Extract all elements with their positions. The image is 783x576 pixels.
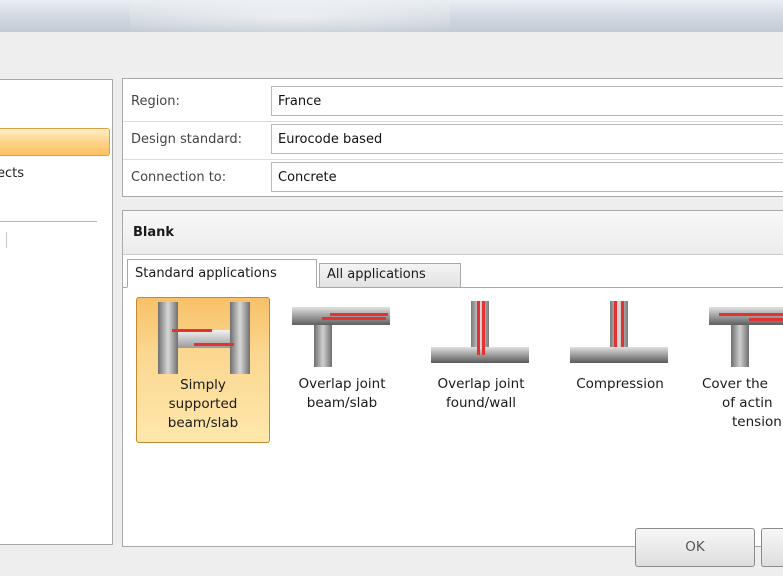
design-standard-label: Design standard: bbox=[131, 132, 243, 147]
connection-to-row: Connection to: Concrete bbox=[123, 162, 783, 198]
properties-divider bbox=[123, 121, 783, 122]
template-overlap-found-wall[interactable]: Overlap joint found/wall bbox=[414, 297, 548, 443]
overlap-found-wall-icon bbox=[431, 301, 529, 363]
design-standard-row: Design standard: Eurocode based bbox=[123, 124, 783, 160]
template-label: Cover the of actin tension bbox=[702, 375, 783, 432]
templates-group: Blank Standard applications All applicat… bbox=[122, 210, 783, 547]
ok-button[interactable]: OK bbox=[635, 528, 755, 567]
region-label: Region: bbox=[131, 94, 180, 109]
left-panel-separator bbox=[0, 221, 97, 222]
template-label-line2: of actin bbox=[722, 395, 773, 411]
template-label-line3: tension bbox=[732, 414, 782, 430]
connection-to-field[interactable]: Concrete bbox=[271, 162, 783, 192]
tab-all-applications[interactable]: All applications bbox=[319, 263, 461, 288]
properties-panel: Region: France Design standard: Eurocode… bbox=[122, 78, 783, 197]
design-standard-field[interactable]: Eurocode based bbox=[271, 124, 783, 154]
template-label-line: Simply bbox=[180, 377, 226, 393]
cover-tension-icon bbox=[709, 307, 783, 367]
template-label: Overlap joint beam/slab bbox=[275, 375, 409, 413]
simply-supported-icon bbox=[158, 302, 250, 374]
tab-standard-applications[interactable]: Standard applications bbox=[127, 259, 317, 288]
left-panel-selected-item[interactable] bbox=[0, 128, 110, 156]
template-overlap-beam[interactable]: Overlap joint beam/slab bbox=[275, 297, 409, 443]
template-compression[interactable]: Compression bbox=[553, 297, 687, 443]
region-row: Region: France bbox=[123, 86, 783, 122]
connection-to-label: Connection to: bbox=[131, 170, 227, 185]
template-label-line: Overlap joint bbox=[437, 376, 525, 392]
template-cover-tension[interactable]: Cover the of actin tension bbox=[692, 297, 783, 443]
template-label: Overlap joint found/wall bbox=[414, 375, 548, 413]
template-label-line: found/wall bbox=[445, 395, 517, 411]
template-label: Simply supported beam/slab bbox=[137, 376, 269, 433]
group-header: Blank bbox=[123, 211, 783, 255]
properties-divider bbox=[123, 159, 783, 160]
cancel-button[interactable] bbox=[761, 528, 783, 567]
template-label-line: Compression bbox=[576, 376, 664, 392]
group-title: Blank bbox=[133, 225, 175, 240]
dialog-client-area: ects Region: France Design standard: Eur… bbox=[0, 32, 783, 576]
template-label-line: supported bbox=[168, 396, 238, 412]
compression-icon bbox=[570, 301, 668, 363]
left-panel: ects bbox=[0, 79, 113, 545]
template-label-line: beam/slab bbox=[167, 415, 239, 431]
template-label-line: Overlap joint bbox=[298, 376, 386, 392]
template-label-line: beam/slab bbox=[306, 395, 378, 411]
tab-bar: Standard applications All applications bbox=[123, 259, 783, 288]
region-field[interactable]: France bbox=[271, 86, 783, 116]
left-panel-item[interactable]: ects bbox=[0, 166, 24, 181]
overlap-beam-icon bbox=[292, 307, 390, 367]
left-panel-tick bbox=[6, 232, 7, 248]
template-simply-supported[interactable]: Simply supported beam/slab bbox=[136, 297, 270, 443]
titlebar-glow bbox=[130, 0, 450, 32]
window-titlebar bbox=[0, 0, 783, 32]
template-label: Compression bbox=[553, 375, 687, 394]
template-label-line1: Cover the bbox=[702, 376, 768, 392]
